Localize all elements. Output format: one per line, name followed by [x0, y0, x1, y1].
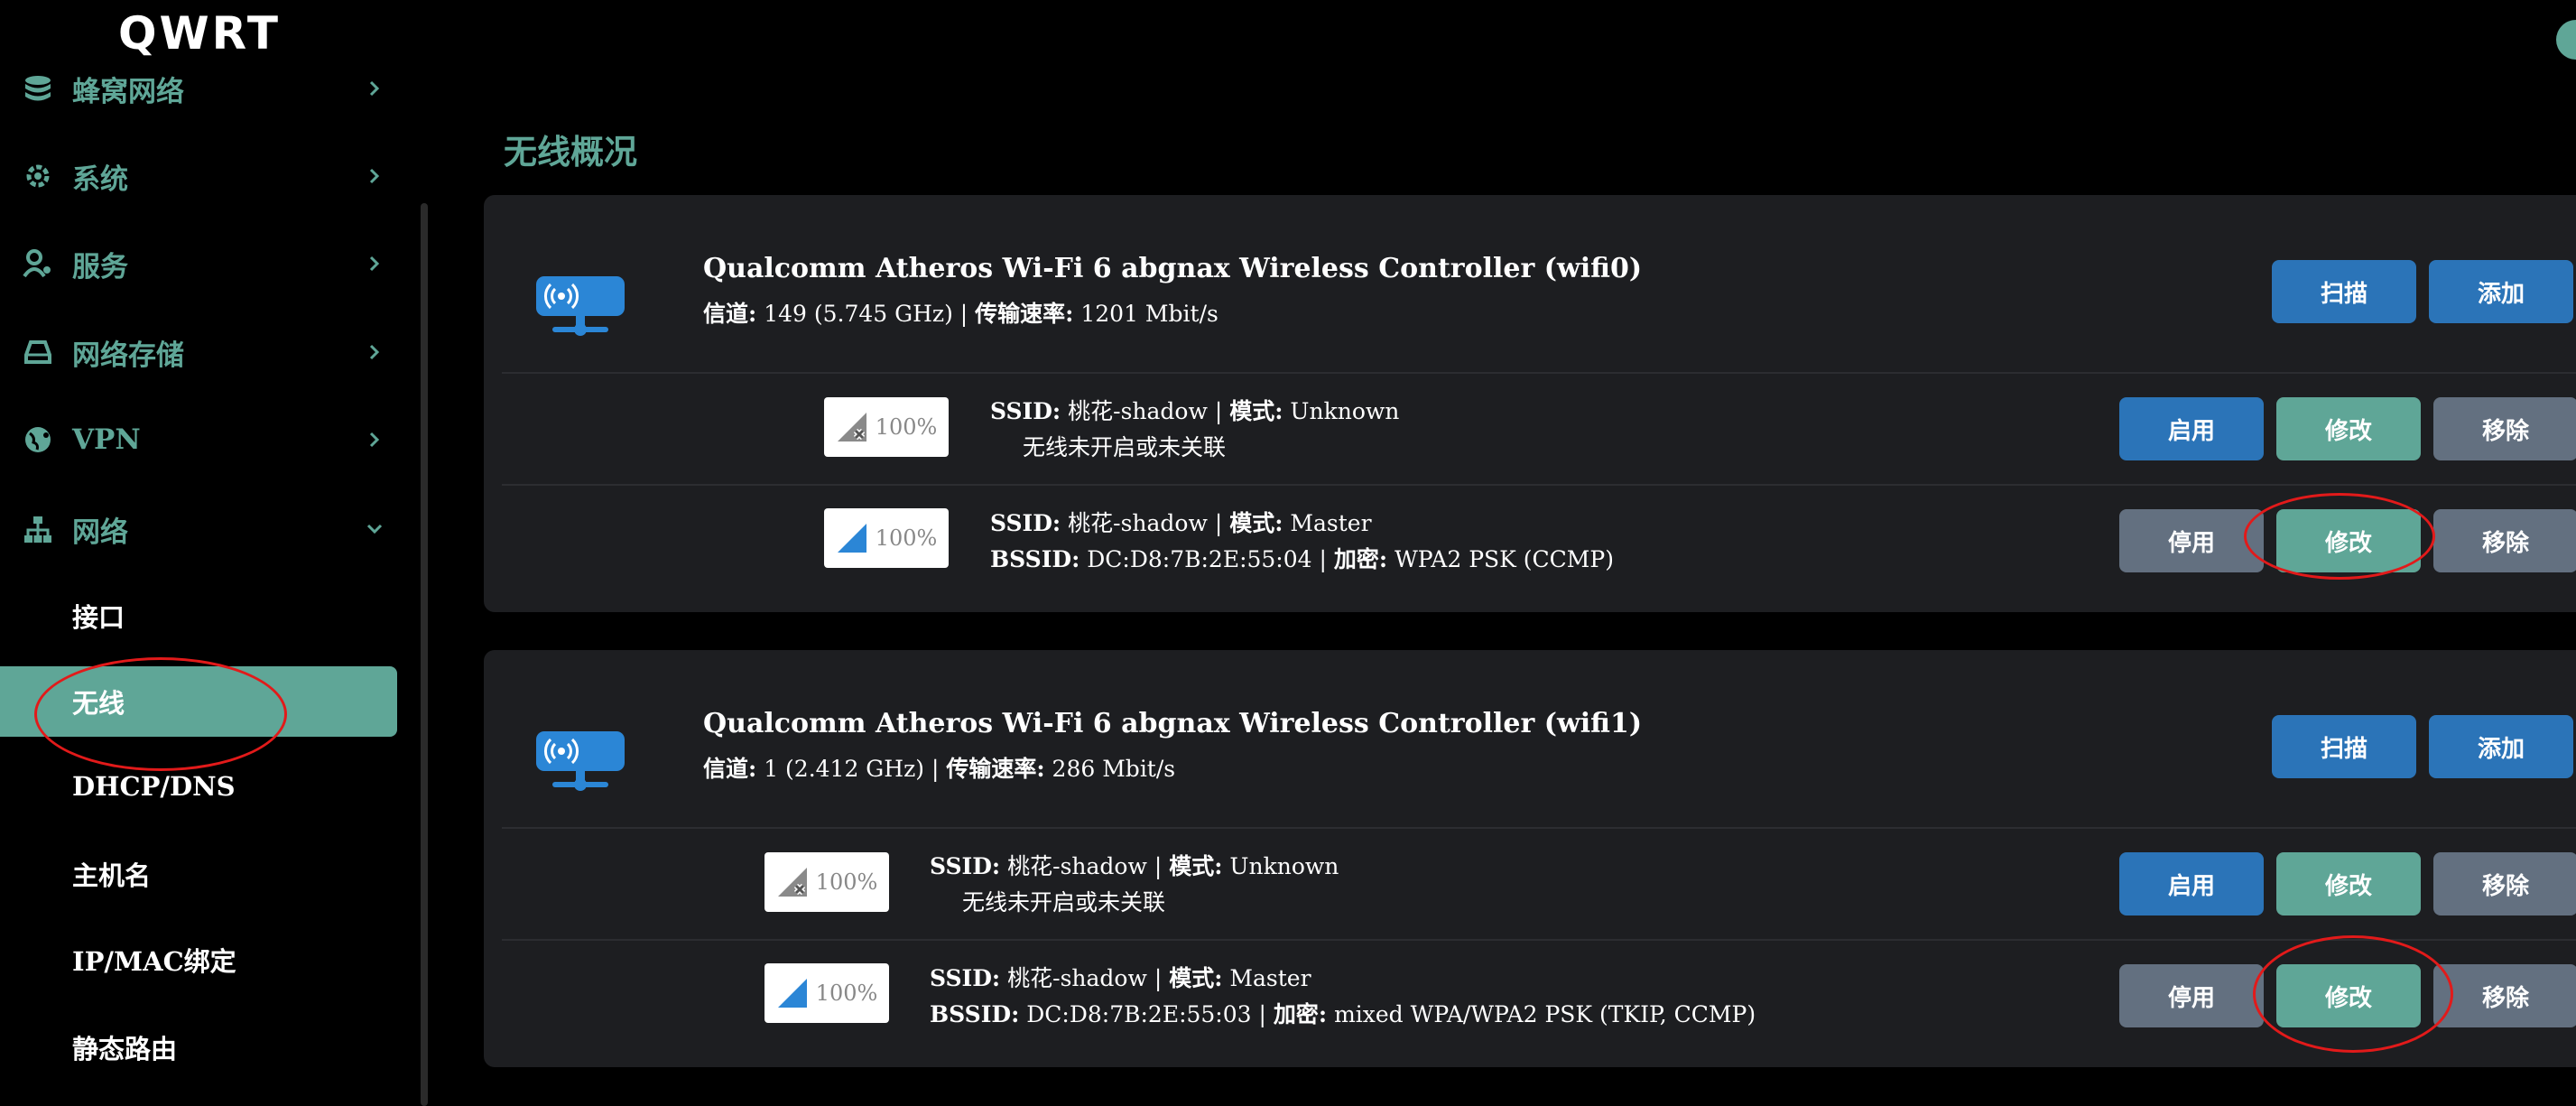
- user-gear-icon: [20, 246, 56, 282]
- network-icon: [20, 511, 56, 547]
- database-icon: [20, 70, 56, 107]
- signal-indicator: 100%: [764, 963, 889, 1023]
- wireless-radio-icon: [534, 274, 626, 343]
- network-status: 无线未开启或未关联: [1023, 434, 1227, 460]
- user-avatar[interactable]: [2556, 20, 2576, 60]
- sidebar-item-vpn[interactable]: VPN: [0, 413, 397, 467]
- sidebar-subitem-dhcp-dns[interactable]: DHCP/DNS: [0, 751, 397, 822]
- remove-button[interactable]: 移除: [2433, 852, 2576, 915]
- sidebar-subitem-ip-mac-binding[interactable]: IP/MAC绑定: [0, 925, 397, 995]
- wireless-radio-icon: [534, 730, 626, 798]
- device-card-wifi1: Qualcomm Atheros Wi-Fi 6 abgnax Wireless…: [484, 650, 2576, 1067]
- enable-button[interactable]: 启用: [2119, 852, 2264, 915]
- gear-icon: [20, 158, 56, 194]
- signal-full-icon: [837, 524, 866, 553]
- edit-button[interactable]: 修改: [2276, 852, 2421, 915]
- edit-button[interactable]: 修改: [2276, 397, 2421, 460]
- network-ssid-line: SSID: 桃花-shadow | 模式: Master: [990, 510, 1372, 536]
- scan-button[interactable]: 扫描: [2272, 260, 2416, 323]
- sidebar-subitem-interfaces[interactable]: 接口: [0, 581, 397, 651]
- globe-icon: [20, 422, 56, 458]
- add-button[interactable]: 添加: [2429, 715, 2573, 778]
- network-bssid-line: BSSID: DC:D8:7B:2E:55:04 | 加密: WPA2 PSK …: [990, 546, 1614, 572]
- chevron-right-icon: [361, 79, 388, 98]
- sidebar-subitem-static-routes[interactable]: 静态路由: [0, 1012, 397, 1083]
- sidebar-subitem-hostnames[interactable]: 主机名: [0, 839, 397, 909]
- device-name: Qualcomm Atheros Wi-Fi 6 abgnax Wireless…: [703, 253, 1643, 284]
- network-ssid-line: SSID: 桃花-shadow | 模式: Unknown: [990, 398, 1400, 424]
- network-bssid-line: BSSID: DC:D8:7B:2E:55:03 | 加密: mixed WPA…: [930, 1001, 1756, 1027]
- add-button[interactable]: 添加: [2429, 260, 2573, 323]
- signal-indicator: 100%: [824, 397, 949, 457]
- device-name: Qualcomm Atheros Wi-Fi 6 abgnax Wireless…: [703, 708, 1643, 739]
- disable-button[interactable]: 停用: [2119, 964, 2264, 1027]
- sidebar: 蜂窝网络 系统 服务 网络存储 VPN 网络 接口 无线 DHCP/DNS 主机…: [0, 0, 415, 1105]
- signal-off-icon: [777, 868, 807, 897]
- sidebar-item-cellular[interactable]: 蜂窝网络: [0, 61, 397, 116]
- chevron-down-icon: [361, 523, 388, 535]
- sidebar-item-system[interactable]: 系统: [0, 149, 397, 203]
- network-status: 无线未开启或未关联: [962, 889, 1166, 915]
- chevron-right-icon: [361, 431, 388, 449]
- edit-button[interactable]: 修改: [2276, 964, 2421, 1027]
- disable-button[interactable]: 停用: [2119, 509, 2264, 572]
- device-info: 信道: 1 (2.412 GHz) | 传输速率: 286 Mbit/s: [703, 756, 1176, 782]
- sidebar-item-storage[interactable]: 网络存储: [0, 325, 397, 379]
- row-divider: [502, 827, 2576, 829]
- remove-button[interactable]: 移除: [2433, 509, 2576, 572]
- scan-button[interactable]: 扫描: [2272, 715, 2416, 778]
- sidebar-item-services[interactable]: 服务: [0, 237, 397, 291]
- row-divider: [502, 484, 2576, 486]
- sidebar-item-network[interactable]: 网络: [0, 502, 397, 556]
- chevron-right-icon: [361, 255, 388, 273]
- network-ssid-line: SSID: 桃花-shadow | 模式: Master: [930, 965, 1311, 991]
- row-divider: [502, 372, 2576, 374]
- row-divider: [502, 939, 2576, 941]
- sidebar-subitem-wireless[interactable]: 无线: [0, 666, 397, 737]
- sidebar-scrollbar[interactable]: [421, 203, 428, 1106]
- page-title: 无线概况: [504, 132, 637, 172]
- signal-indicator: 100%: [764, 852, 889, 912]
- remove-button[interactable]: 移除: [2433, 397, 2576, 460]
- hdd-icon: [20, 334, 56, 370]
- chevron-right-icon: [361, 167, 388, 185]
- device-info: 信道: 149 (5.745 GHz) | 传输速率: 1201 Mbit/s: [703, 301, 1219, 327]
- signal-indicator: 100%: [824, 508, 949, 568]
- signal-full-icon: [777, 979, 807, 1008]
- edit-button[interactable]: 修改: [2276, 509, 2421, 572]
- signal-off-icon: [837, 413, 866, 441]
- chevron-right-icon: [361, 343, 388, 361]
- enable-button[interactable]: 启用: [2119, 397, 2264, 460]
- remove-button[interactable]: 移除: [2433, 964, 2576, 1027]
- device-card-wifi0: Qualcomm Atheros Wi-Fi 6 abgnax Wireless…: [484, 195, 2576, 612]
- network-ssid-line: SSID: 桃花-shadow | 模式: Unknown: [930, 853, 1339, 879]
